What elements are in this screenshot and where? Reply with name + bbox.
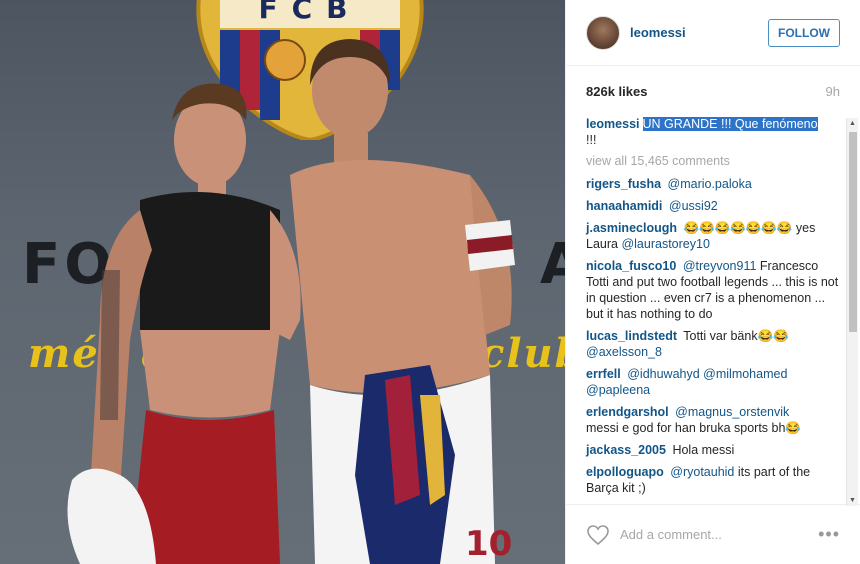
post-time[interactable]: 9h [826, 84, 840, 99]
comment-text: Totti var bänk😂😂 [683, 329, 789, 343]
scroll-thumb[interactable] [849, 132, 857, 332]
comment-username[interactable]: jackass_2005 [586, 443, 666, 457]
scroll-up-icon[interactable]: ▲ [849, 120, 856, 127]
comment-mention[interactable]: @magnus_orstenvik [675, 405, 789, 419]
comment-text: messi e god for han bruka sports bh😂 [586, 421, 801, 435]
caption-text-highlighted: UN GRANDE !!! Que fenómeno [642, 117, 818, 131]
post-header: leomessi FOLLOW [566, 0, 860, 66]
comment-username[interactable]: nicola_fusco10 [586, 259, 676, 273]
comment-mention[interactable]: @mario.paloka [668, 177, 752, 191]
comment-text: Hola messi [672, 443, 735, 457]
comment-username[interactable]: rigers_fusha [586, 177, 661, 191]
comment-username[interactable]: elpolloguapo [586, 465, 664, 479]
instagram-post: FCB FO A més que club [0, 0, 860, 564]
comment-item: elpolloguapo @ryotauhid its part of the … [586, 464, 840, 496]
likes-count[interactable]: 826k likes [586, 84, 647, 99]
comment-item: erlendgarshol @magnus_orstenvik messi e … [586, 404, 840, 436]
add-comment-row: ••• [566, 504, 860, 564]
comment-username[interactable]: errfell [586, 367, 621, 381]
comment-item: rigers_fusha @mario.paloka [586, 176, 840, 192]
comment-mention[interactable]: @axelsson_8 [586, 345, 662, 359]
comment-mention[interactable]: @ussi92 [669, 199, 718, 213]
more-options-icon[interactable]: ••• [818, 524, 840, 545]
comment-username[interactable]: hanaahamidi [586, 199, 662, 213]
heart-icon[interactable] [586, 524, 610, 546]
comments-list[interactable]: leomessi UN GRANDE !!! Que fenómeno !!! v… [566, 116, 860, 504]
comment-item: jackass_2005 Hola messi [586, 442, 840, 458]
comment-username[interactable]: erlendgarshol [586, 405, 669, 419]
comment-username[interactable]: lucas_lindstedt [586, 329, 677, 343]
comment-item: nicola_fusco10 @treyvon911 Francesco Tot… [586, 258, 840, 322]
crest-text: FCB [258, 0, 361, 25]
wall-text-right: A [540, 232, 565, 297]
follow-button[interactable]: FOLLOW [768, 18, 840, 47]
post-photo[interactable]: FCB FO A més que club [0, 0, 565, 564]
caption-username[interactable]: leomessi [586, 117, 640, 131]
shirt-number: 10 [465, 524, 512, 564]
caption-text-rest: !!! [586, 133, 597, 147]
comment-item: hanaahamidi @ussi92 [586, 198, 840, 214]
avatar[interactable] [586, 15, 620, 50]
comment-username[interactable]: j.asmineclough [586, 221, 677, 235]
comment-mention[interactable]: @laurastorey10 [621, 237, 709, 251]
scroll-down-icon[interactable]: ▼ [849, 497, 856, 504]
comment-mention[interactable]: @papleena [586, 383, 650, 397]
view-all-comments-link[interactable]: view all 15,465 comments [586, 154, 840, 168]
comment-item: lucas_lindstedt Totti var bänk😂😂 @axelss… [586, 328, 840, 360]
comment-item: errfell @idhuwahyd @milmohamed @papleena [586, 366, 840, 398]
post-meta: 826k likes 9h [566, 66, 860, 116]
add-comment-input[interactable] [620, 527, 819, 542]
comment-mention[interactable]: @treyvon911 [683, 259, 757, 273]
post-side-panel: leomessi FOLLOW 826k likes 9h leomessi UN… [565, 0, 860, 564]
comment-mention[interactable]: @idhuwahyd @milmohamed [627, 367, 787, 381]
comment-mention[interactable]: @ryotauhid [670, 465, 734, 479]
comments-scrollbar[interactable]: ▲ ▼ [846, 118, 858, 506]
caption: leomessi UN GRANDE !!! Que fenómeno !!! [586, 116, 840, 148]
comment-item: j.asmineclough 😂😂😂😂😂😂😂 yes Laura @lauras… [586, 220, 840, 252]
header-username[interactable]: leomessi [630, 25, 768, 40]
person-right: 10 [290, 39, 515, 564]
